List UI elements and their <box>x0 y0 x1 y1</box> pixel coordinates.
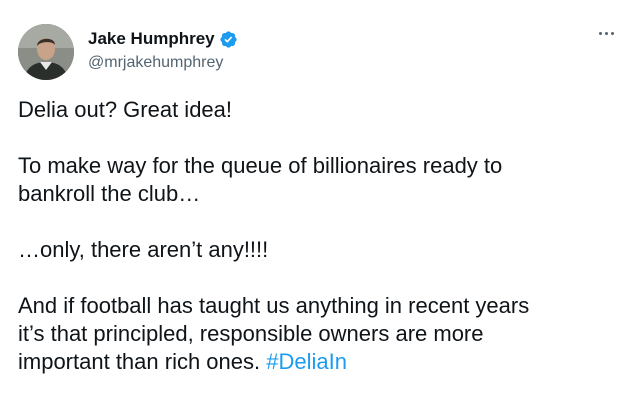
name-row: Jake Humphrey <box>88 28 238 50</box>
avatar[interactable] <box>18 24 74 80</box>
tweet-header: Jake Humphrey @mrjakehumphrey <box>18 24 616 80</box>
tweet-paragraph-4: And if football has taught us anything i… <box>18 292 618 376</box>
more-options-icon[interactable] <box>599 32 614 35</box>
avatar-image <box>18 24 74 80</box>
verified-badge-icon <box>219 30 238 49</box>
more-dot <box>605 32 608 35</box>
tweet-paragraph-3: …only, there aren’t any!!!! <box>18 237 269 262</box>
tweet-paragraph-2: To make way for the queue of billionaire… <box>18 153 503 206</box>
author-handle[interactable]: @mrjakehumphrey <box>88 54 238 72</box>
more-dot <box>599 32 602 35</box>
tweet-card: Jake Humphrey @mrjakehumphrey Delia out?… <box>0 0 634 406</box>
tweet-paragraph-1: Delia out? Great idea! <box>18 97 233 122</box>
hashtag-link[interactable]: #DeliaIn <box>266 349 347 374</box>
author-info: Jake Humphrey @mrjakehumphrey <box>88 28 238 72</box>
tweet-text: Delia out? Great idea! To make way for t… <box>18 96 618 404</box>
more-dot <box>611 32 614 35</box>
author-display-name[interactable]: Jake Humphrey <box>88 29 215 49</box>
